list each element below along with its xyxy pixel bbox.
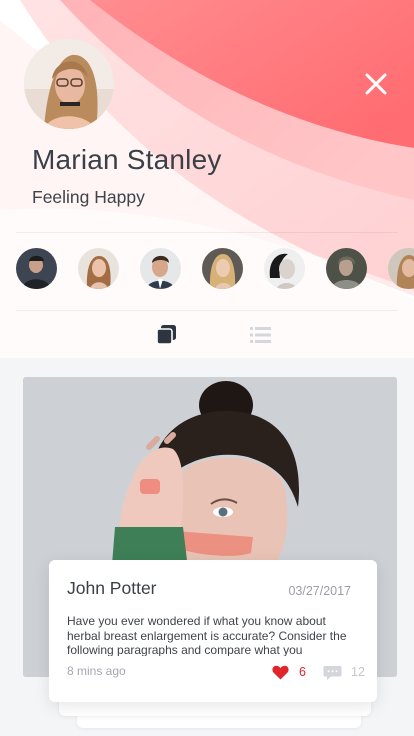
friend-avatar[interactable] <box>78 248 119 289</box>
friend-avatar[interactable] <box>264 248 305 289</box>
friend-avatar[interactable] <box>326 248 367 289</box>
friends-row <box>16 248 414 289</box>
close-icon <box>365 73 387 95</box>
profile-status: Feeling Happy <box>32 187 145 207</box>
profile-header: Marian Stanley Feeling Happy <box>0 0 414 358</box>
post-time-ago: 8 mins ago <box>67 664 126 678</box>
friend-avatar[interactable] <box>388 248 414 289</box>
close-button[interactable] <box>360 68 392 100</box>
tab-list-view[interactable] <box>247 322 273 348</box>
like-button[interactable] <box>272 665 289 680</box>
post-author[interactable]: John Potter <box>67 578 157 599</box>
post-card[interactable]: John Potter 03/27/2017 Have you ever won… <box>49 560 377 702</box>
tab-cards-view[interactable] <box>154 322 180 348</box>
cards-icon <box>156 325 176 345</box>
heart-icon <box>272 665 289 680</box>
divider <box>16 232 398 233</box>
comment-count: 12 <box>351 665 365 679</box>
post-text: Have you ever wondered if what you know … <box>67 614 347 656</box>
comment-button[interactable] <box>323 665 342 681</box>
divider <box>16 310 398 311</box>
profile-avatar[interactable] <box>24 39 114 129</box>
post-date: 03/27/2017 <box>288 584 351 598</box>
friend-avatar[interactable] <box>202 248 243 289</box>
like-count: 6 <box>299 665 306 679</box>
list-icon <box>250 327 271 343</box>
comment-icon <box>323 666 342 680</box>
profile-name: Marian Stanley <box>32 144 222 175</box>
friend-avatar[interactable] <box>16 248 57 289</box>
friend-avatar[interactable] <box>140 248 181 289</box>
